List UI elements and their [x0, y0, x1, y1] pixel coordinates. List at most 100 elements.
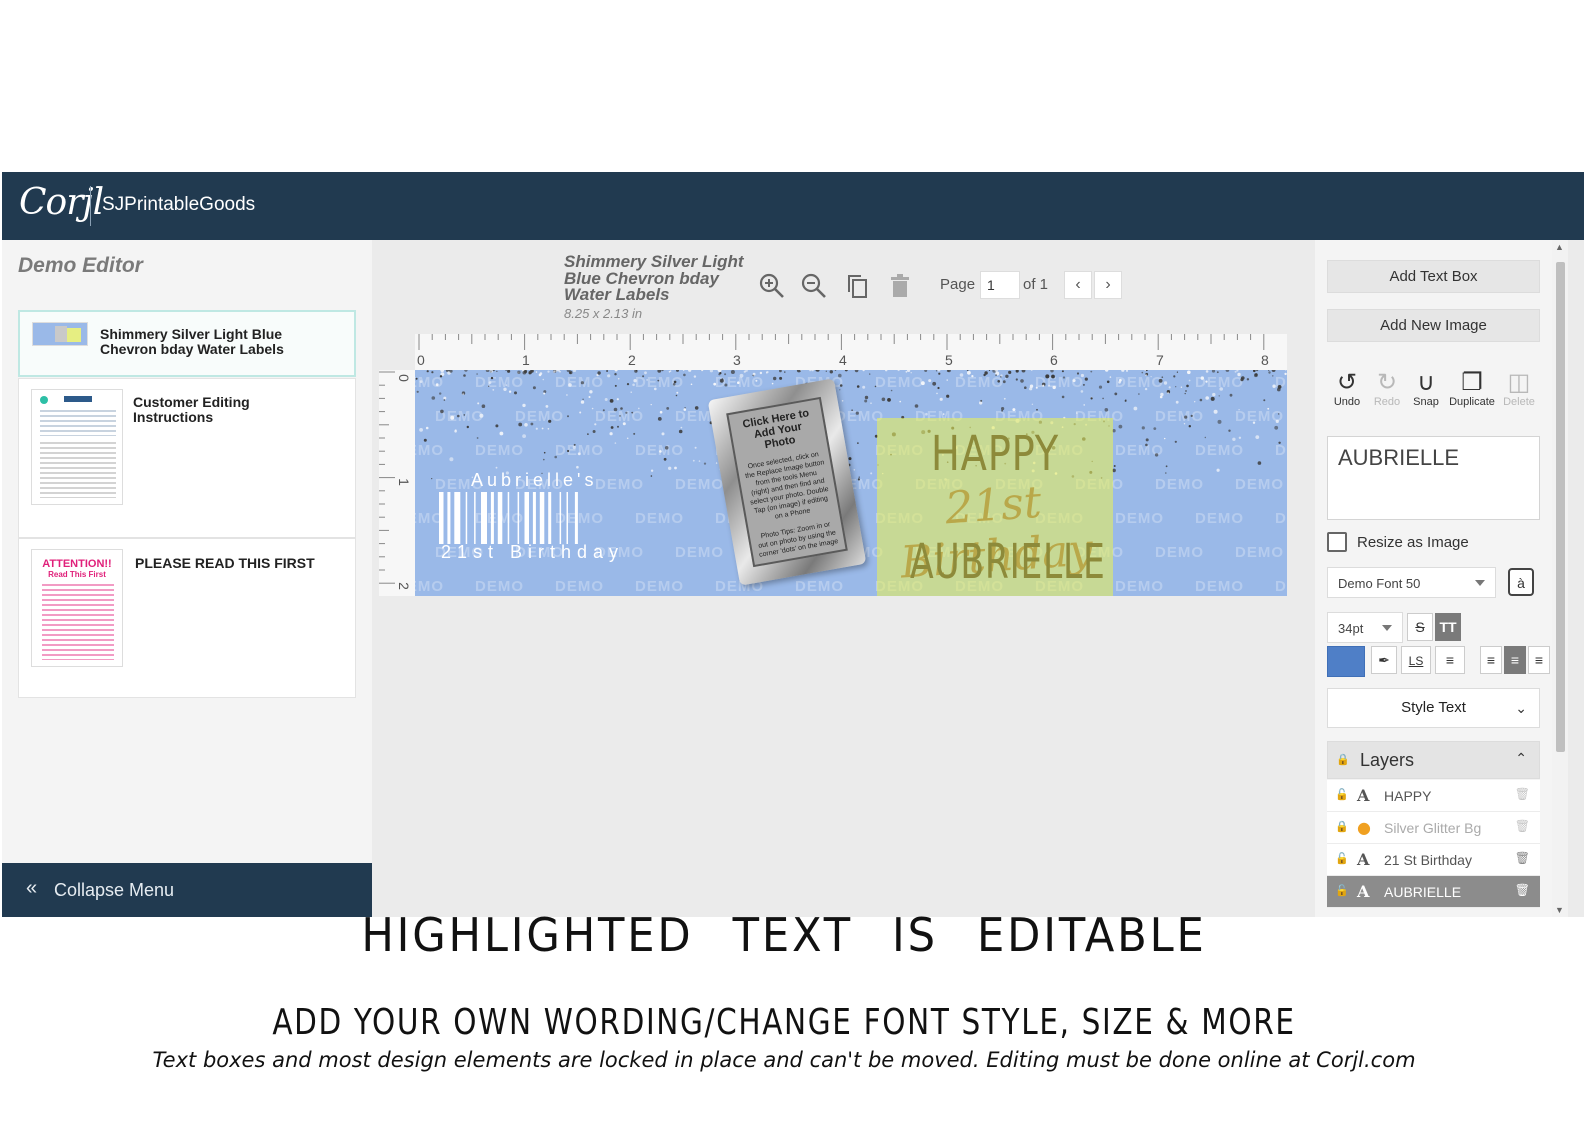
glitter-dot: [1114, 392, 1118, 396]
trash-icon[interactable]: 🗑: [1515, 851, 1530, 865]
glitter-dot: [1186, 384, 1189, 388]
zoom-in-icon[interactable]: [758, 272, 786, 300]
panel-scrollbar[interactable]: ▲ ▼: [1552, 240, 1568, 917]
glitter-dot: [907, 370, 911, 372]
photo-placeholder[interactable]: Click Here to Add Your Photo Once select…: [726, 396, 848, 568]
birthday-text-small[interactable]: 21st Birthday: [441, 542, 624, 563]
glitter-dot: [839, 384, 843, 387]
glitter-dot: [1062, 376, 1066, 379]
glitter-dot: [650, 404, 652, 406]
resize-as-image-checkbox[interactable]: [1327, 532, 1347, 552]
page-number-input[interactable]: [980, 271, 1020, 299]
font-select[interactable]: Demo Font 50: [1327, 567, 1496, 598]
align-right-button[interactable]: ≡: [1528, 646, 1550, 674]
glitter-dot: [661, 432, 665, 436]
glitter-dot: [1031, 403, 1034, 405]
scrollbar-thumb[interactable]: [1556, 262, 1565, 752]
delete-button[interactable]: ◫ Delete: [1497, 370, 1541, 409]
text-content-field[interactable]: AUBRIELLE: [1327, 436, 1540, 520]
align-right-icon: ≡: [1534, 652, 1544, 668]
photo-placeholder-tip: Photo Tips: Zoom in or out on photo by u…: [757, 521, 839, 559]
glitter-dot: [580, 381, 584, 385]
glitter-dot: [1154, 453, 1159, 457]
layers-header[interactable]: 🔒 Layers ⌃: [1327, 741, 1540, 779]
glitter-dot: [614, 373, 617, 376]
glitter-dot: [1021, 370, 1026, 373]
layer-row-aubrielle[interactable]: 🔓 A AUBRIELLE 🗑: [1327, 876, 1540, 908]
design-canvas[interactable]: DEMODEMODEMODEMODEMODEMODEMODEMODEMODEMO…: [415, 370, 1287, 596]
scroll-down-icon[interactable]: ▼: [1555, 905, 1564, 915]
name-text-large[interactable]: AUBRIELLE: [910, 534, 1105, 590]
barcode-bar: [454, 492, 461, 544]
trash-icon[interactable]: 🗑: [1515, 819, 1530, 833]
glitter-dot: [495, 466, 498, 469]
glitter-dot: [853, 469, 856, 471]
add-new-image-button[interactable]: Add New Image: [1327, 309, 1540, 342]
undo-button[interactable]: ↺ Undo: [1325, 370, 1369, 409]
undo-label: Undo: [1333, 396, 1361, 408]
duplicate-button[interactable]: ❐ Duplicate: [1449, 370, 1495, 409]
letter-spacing-button[interactable]: LS: [1401, 646, 1431, 674]
font-size-select[interactable]: 34pt: [1327, 612, 1403, 643]
glitter-dot: [614, 442, 617, 444]
layer-row-silver-glitter[interactable]: 🔒 ● Silver Glitter Bg 🗑: [1327, 812, 1540, 844]
align-center-button[interactable]: ≡: [1504, 646, 1526, 674]
page-card-labels[interactable]: Shimmery Silver Light Blue Chevron bday …: [18, 310, 356, 377]
glitter-dot: [1271, 370, 1276, 372]
layer-row-21st-birthday[interactable]: 🔓 A 21 St Birthday 🗑: [1327, 844, 1540, 876]
glitter-dot: [864, 399, 868, 403]
next-page-button[interactable]: ›: [1094, 271, 1122, 299]
glitter-dot: [522, 403, 526, 408]
glitter-dot: [676, 370, 679, 372]
prev-page-button[interactable]: ‹: [1064, 271, 1092, 299]
trash-icon[interactable]: 🗑: [1515, 787, 1530, 801]
glitter-dot: [739, 373, 744, 378]
glitter-dot: [1024, 386, 1027, 389]
glitter-dot: [690, 383, 693, 386]
ruler-number: 0: [395, 374, 412, 382]
page-card-instructions[interactable]: Customer Editing Instructions: [18, 378, 356, 538]
glitter-dot: [419, 428, 423, 432]
add-text-box-button[interactable]: Add Text Box: [1327, 260, 1540, 293]
chevron-down-icon: ⌄: [1515, 700, 1527, 716]
unlock-icon[interactable]: 🔓: [1335, 884, 1349, 897]
happy-text[interactable]: HAPPY: [901, 426, 1090, 482]
ruler-number: 3: [733, 352, 741, 368]
glyphs-button[interactable]: à: [1508, 568, 1534, 596]
strikethrough-button[interactable]: S: [1407, 613, 1433, 641]
text-color-swatch[interactable]: [1327, 646, 1365, 677]
glitter-dot: [743, 370, 746, 373]
align-left-button[interactable]: ≡: [1480, 646, 1502, 674]
glitter-dot: [614, 370, 618, 372]
shop-name[interactable]: SJPrintableGoods: [102, 194, 255, 216]
eyedropper-button[interactable]: ✒: [1371, 646, 1397, 674]
style-text-dropdown[interactable]: Style Text ⌄: [1327, 688, 1540, 728]
glitter-dot: [839, 389, 841, 391]
name-text-small[interactable]: Aubrielle's: [471, 470, 597, 491]
redo-button[interactable]: ↻ Redo: [1365, 370, 1409, 409]
glitter-dot: [825, 370, 827, 372]
copy-page-icon[interactable]: [844, 272, 872, 300]
trash-page-icon[interactable]: [886, 272, 914, 300]
glitter-dot: [724, 373, 727, 376]
glitter-dot: [579, 411, 582, 414]
layer-row-happy[interactable]: 🔓 A HAPPY 🗑: [1327, 780, 1540, 812]
unlock-icon[interactable]: 🔓: [1335, 852, 1349, 865]
redo-label: Redo: [1373, 396, 1401, 408]
glitter-dot: [779, 376, 783, 380]
glitter-dot: [522, 370, 527, 375]
unlock-icon[interactable]: 🔓: [1335, 788, 1349, 801]
glitter-dot: [1254, 373, 1258, 378]
all-caps-button[interactable]: TT: [1435, 613, 1461, 641]
zoom-out-icon[interactable]: [800, 272, 828, 300]
strikethrough-icon: S: [1415, 619, 1425, 635]
glitter-dot: [1015, 378, 1018, 381]
trash-icon[interactable]: 🗑: [1515, 883, 1530, 897]
page-card-read-first[interactable]: ATTENTION!! Read This First PLEASE READ …: [18, 538, 356, 698]
glitter-dot: [462, 393, 464, 395]
lock-icon[interactable]: 🔒: [1335, 820, 1349, 833]
line-spacing-button[interactable]: ≡: [1435, 646, 1465, 674]
glitter-dot: [626, 383, 630, 386]
snap-button[interactable]: ∪ Snap: [1404, 370, 1448, 409]
scroll-up-icon[interactable]: ▲: [1555, 242, 1564, 252]
